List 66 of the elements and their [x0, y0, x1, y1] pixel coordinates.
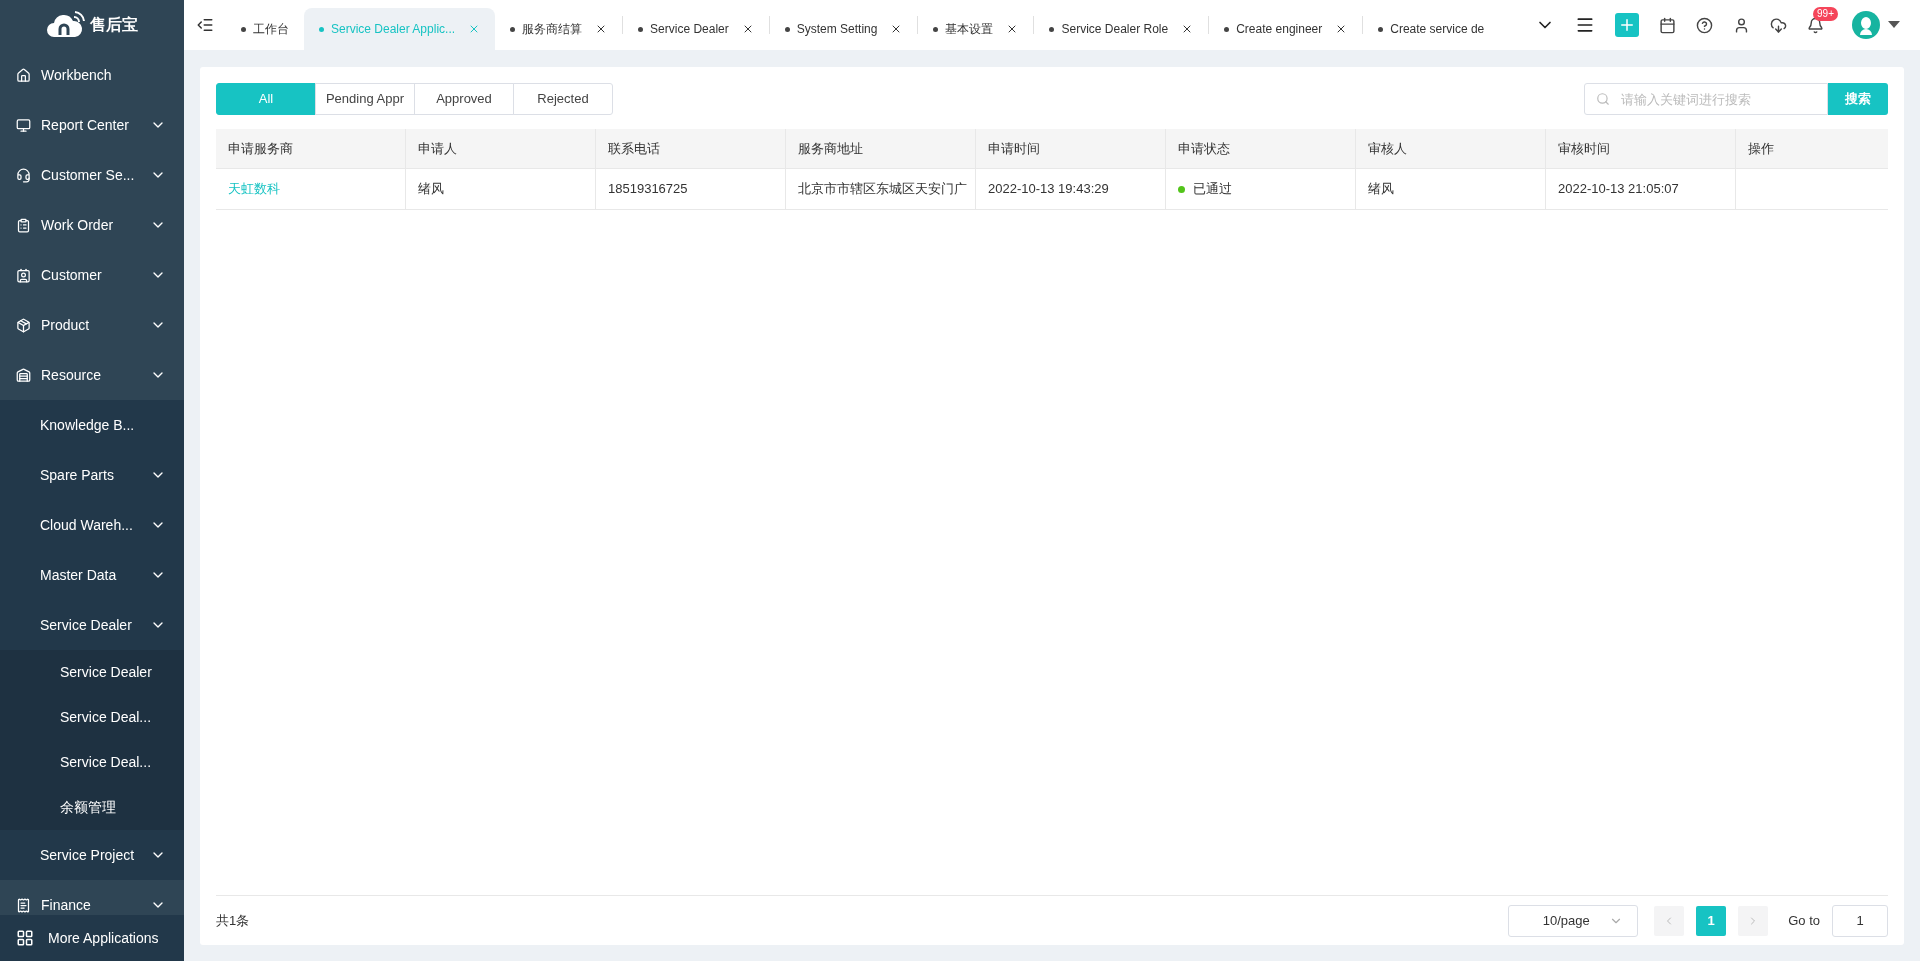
table-cell-text: 2022-10-13 21:05:07 — [1558, 180, 1679, 199]
column-header: 操作 — [1747, 139, 1775, 158]
sidebar-item[interactable]: Service Deal... — [0, 695, 184, 740]
home-icon — [16, 67, 31, 83]
sidebar-item[interactable]: Master Data — [0, 550, 184, 600]
page-tab[interactable]: Create engineer — [1209, 8, 1363, 50]
column-header: 服务商地址 — [786, 129, 976, 168]
table-cell-text: 18519316725 — [608, 180, 688, 199]
sidebar-item[interactable]: Service Dealer — [0, 600, 184, 650]
table-cell-text: 绪风 — [418, 180, 444, 199]
menu-toggle-icon[interactable] — [196, 16, 214, 34]
goto-field[interactable]: 1 — [1832, 904, 1888, 937]
goto-label: Go to — [1788, 911, 1820, 930]
contact-card-icon — [16, 267, 31, 283]
page-tab[interactable]: Service Dealer Role — [1034, 8, 1209, 50]
search-icon — [1596, 92, 1610, 106]
logo-text: 售后宝 — [90, 15, 138, 35]
grid-icon — [16, 929, 34, 947]
filter-tab[interactable]: Approved — [414, 83, 514, 115]
more-applications-button[interactable]: More Applications — [0, 915, 184, 961]
column-header: 审核时间 — [1546, 129, 1736, 168]
page-tab[interactable]: System Setting — [769, 8, 918, 50]
help-icon[interactable] — [1696, 16, 1713, 34]
monitor-icon — [16, 117, 31, 133]
table-cell-text: 绪风 — [1368, 180, 1394, 199]
page-tab[interactable]: 服务商结算 — [495, 8, 623, 50]
caret-icon[interactable] — [1888, 21, 1900, 29]
sidebar-item[interactable]: Spare Parts — [0, 450, 184, 500]
column-header: 联系电话 — [596, 129, 786, 168]
sidebar-item[interactable]: Cloud Wareh... — [0, 500, 184, 550]
page-tab[interactable]: 工作台 — [226, 8, 304, 50]
bell-icon[interactable] — [1807, 16, 1824, 34]
filter-tab[interactable]: Rejected — [513, 83, 613, 115]
cloud-download-icon[interactable] — [1770, 16, 1787, 34]
headset-icon — [16, 167, 31, 183]
person-icon[interactable] — [1733, 16, 1750, 34]
page-tab[interactable]: Service Dealer — [623, 8, 769, 50]
column-header: 申请服务商 — [216, 129, 406, 168]
menu-icon[interactable] — [1575, 15, 1595, 35]
page-tab[interactable]: Create service de — [1363, 8, 1500, 50]
sidebar-item[interactable]: 余额管理 — [0, 785, 184, 830]
sidebar-item[interactable]: Service Dealer — [0, 650, 184, 695]
cloud-logo-icon — [46, 11, 86, 39]
table-cell-text: 已通过 — [1193, 180, 1232, 199]
sidebar-item[interactable]: Service Project — [0, 830, 184, 880]
warehouse-icon — [16, 367, 31, 383]
calendar-icon[interactable] — [1659, 16, 1676, 34]
notification-badge: 99+ — [1813, 6, 1838, 21]
column-header: 审核人 — [1356, 129, 1546, 168]
package-icon — [16, 317, 31, 333]
page-size-select[interactable]: 10/page — [1508, 904, 1639, 937]
page-tab[interactable]: 基本设置 — [918, 8, 1034, 50]
total-count: 共1条 — [216, 911, 250, 930]
clipboard-icon — [16, 217, 31, 233]
column-header: 申请人 — [406, 129, 596, 168]
table-cell-text: 2022-10-13 19:43:29 — [988, 180, 1109, 199]
filter-tab[interactable]: Pending Appr — [315, 83, 415, 115]
receipt-icon — [16, 897, 31, 913]
avatar-icon[interactable] — [1852, 11, 1880, 39]
column-header: 申请时间 — [976, 129, 1166, 168]
sidebar-item[interactable]: Service Deal... — [0, 740, 184, 785]
table-cell-text: 北京市市辖区东城区天安门广 — [798, 180, 967, 199]
search-field[interactable]: 请输入关键词进行搜索 — [1584, 83, 1828, 115]
column-header: 申请状态 — [1166, 129, 1356, 168]
sidebar-item[interactable]: Knowledge B... — [0, 400, 184, 450]
plus-icon — [1618, 16, 1636, 34]
